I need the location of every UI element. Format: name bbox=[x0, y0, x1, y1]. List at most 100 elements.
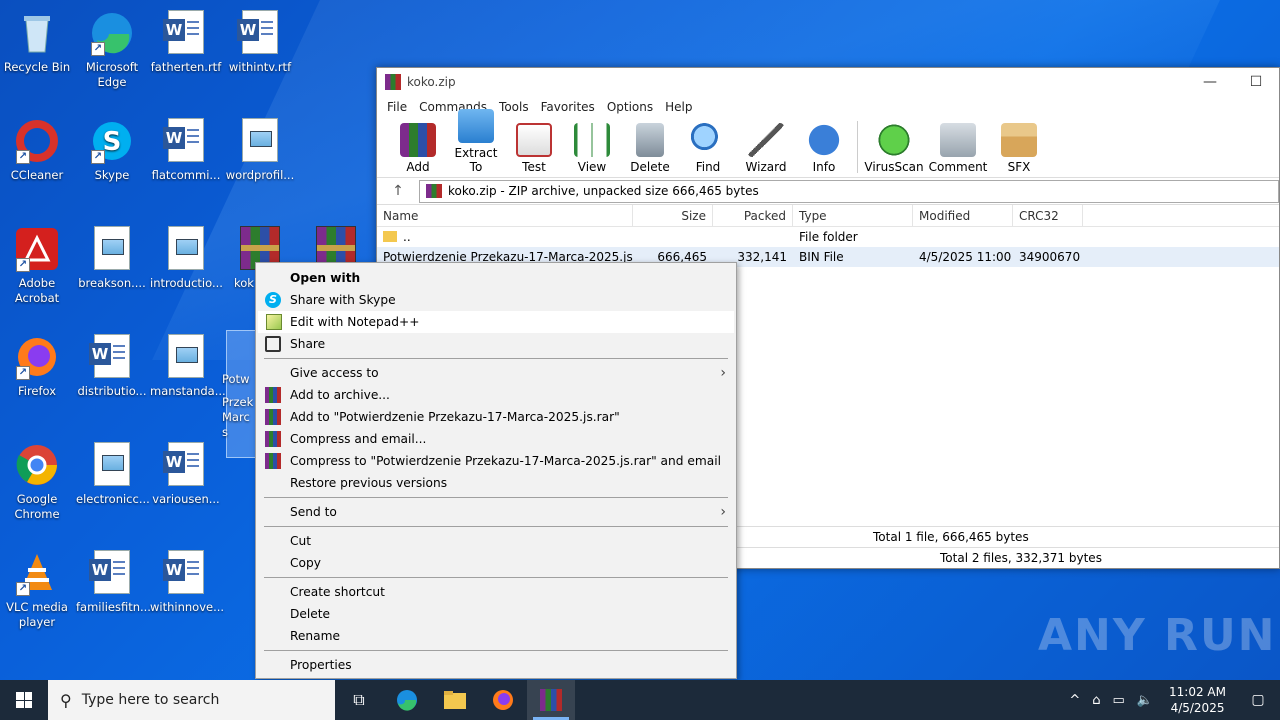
network-share-icon[interactable]: ⌂ bbox=[1086, 693, 1106, 708]
winrar-icon bbox=[540, 689, 562, 711]
menu-item-copy[interactable]: Copy bbox=[256, 552, 736, 574]
desktop-icon-word-file[interactable]: W variousen... bbox=[150, 436, 222, 507]
menu-item-compress-and-email[interactable]: Compress and email... bbox=[256, 428, 736, 450]
notepadpp-icon bbox=[266, 314, 282, 330]
desktop-icon-image-file[interactable]: introductio... bbox=[150, 220, 223, 291]
menu-item-give-access-to[interactable]: Give access to › bbox=[256, 362, 736, 384]
menu-item-delete[interactable]: Delete bbox=[256, 603, 736, 625]
menu-item-cut[interactable]: Cut bbox=[256, 530, 736, 552]
word-file-icon: W bbox=[163, 442, 209, 488]
column-name[interactable]: Name bbox=[377, 204, 633, 227]
desktop-icon-firefox[interactable]: ↗ Firefox bbox=[1, 328, 73, 399]
comment-button[interactable]: Comment bbox=[926, 123, 990, 177]
menu-item-restore-previous-versions[interactable]: Restore previous versions bbox=[256, 472, 736, 494]
desktop-icon-word-file[interactable]: W withintv.rtf bbox=[224, 4, 296, 75]
start-button[interactable] bbox=[0, 680, 48, 720]
find-button[interactable]: Find bbox=[679, 123, 737, 177]
test-button[interactable]: Test bbox=[505, 123, 563, 177]
wizard-button[interactable]: Wizard bbox=[737, 123, 795, 177]
desktop-icon-image-file[interactable]: manstanda... bbox=[150, 328, 226, 399]
winrar-app-icon bbox=[385, 74, 401, 90]
menu-item-add-to-rar[interactable]: Add to "Potwierdzenie Przekazu-17-Marca-… bbox=[256, 406, 736, 428]
taskbar: ⚲ Type here to search ⧉ ^ ⌂ ▭ 🔈 11:02 AM… bbox=[0, 680, 1280, 720]
desktop-icon-selected-js-file[interactable]: Potw Przek Marc s bbox=[222, 372, 258, 440]
virus-icon bbox=[876, 123, 912, 157]
taskbar-edge[interactable] bbox=[383, 680, 431, 720]
menu-item-share-with-skype[interactable]: S Share with Skype bbox=[256, 289, 736, 311]
menu-item-share[interactable]: Share bbox=[256, 333, 736, 355]
menu-favorites[interactable]: Favorites bbox=[535, 100, 601, 114]
taskbar-firefox[interactable] bbox=[479, 680, 527, 720]
wand-icon bbox=[748, 123, 784, 157]
desktop-icon-word-file[interactable]: W withinnove... bbox=[150, 544, 224, 615]
menu-item-edit-with-notepadpp[interactable]: Edit with Notepad++ bbox=[258, 311, 734, 333]
desktop-icon-vlc[interactable]: ↗ VLC media player bbox=[1, 544, 73, 630]
firefox-icon bbox=[493, 690, 513, 710]
menu-options[interactable]: Options bbox=[601, 100, 659, 114]
virusscan-button[interactable]: VirusScan bbox=[862, 123, 926, 177]
menu-help[interactable]: Help bbox=[659, 100, 698, 114]
taskbar-winrar[interactable] bbox=[527, 680, 575, 720]
extract-to-button[interactable]: Extract To bbox=[447, 109, 505, 177]
delete-button[interactable]: Delete bbox=[621, 123, 679, 177]
desktop-icon-recycle-bin[interactable]: Recycle Bin bbox=[1, 4, 73, 75]
taskbar-search-box[interactable]: ⚲ Type here to search bbox=[48, 680, 335, 720]
volume-icon[interactable]: 🔈 bbox=[1131, 693, 1159, 708]
desktop-icon-word-file[interactable]: W flatcommi... bbox=[150, 112, 222, 183]
desktop-icon-word-file[interactable]: W fatherten.rtf bbox=[150, 4, 222, 75]
taskbar-file-explorer[interactable] bbox=[431, 680, 479, 720]
menu-item-send-to[interactable]: Send to › bbox=[256, 501, 736, 523]
chevron-up-icon[interactable]: ^ bbox=[1063, 693, 1086, 708]
menu-item-add-to-archive[interactable]: Add to archive... bbox=[256, 384, 736, 406]
desktop-icon-image-file[interactable]: breakson.... bbox=[76, 220, 148, 291]
skype-icon: S bbox=[265, 292, 281, 308]
image-file-icon bbox=[237, 118, 283, 164]
add-button[interactable]: Add bbox=[389, 123, 447, 177]
chrome-icon bbox=[14, 442, 60, 488]
desktop-icon-adobe-acrobat[interactable]: ↗ Adobe Acrobat bbox=[1, 220, 73, 306]
desktop-icon-google-chrome[interactable]: Google Chrome bbox=[1, 436, 73, 522]
up-arrow-icon[interactable]: ↑ bbox=[377, 183, 419, 199]
archive-icon bbox=[426, 184, 442, 198]
notification-icon[interactable]: ▢ bbox=[1236, 692, 1280, 708]
column-modified[interactable]: Modified bbox=[913, 204, 1013, 227]
menu-item-properties[interactable]: Properties bbox=[256, 654, 736, 676]
winrar-titlebar[interactable]: koko.zip — ☐ bbox=[377, 68, 1279, 96]
winrar-icon bbox=[265, 453, 281, 469]
desktop-icon-skype[interactable]: S ↗ Skype bbox=[76, 112, 148, 183]
maximize-icon[interactable]: ☐ bbox=[1233, 68, 1279, 96]
view-button[interactable]: View bbox=[563, 123, 621, 177]
path-field[interactable]: koko.zip - ZIP archive, unpacked size 66… bbox=[419, 179, 1279, 203]
clock[interactable]: 11:02 AM 4/5/2025 bbox=[1159, 684, 1236, 716]
system-tray: ^ ⌂ ▭ 🔈 11:02 AM 4/5/2025 ▢ bbox=[1063, 680, 1280, 720]
network-icon[interactable]: ▭ bbox=[1107, 693, 1131, 708]
desktop-icon-microsoft-edge[interactable]: ↗ Microsoft Edge bbox=[76, 4, 148, 90]
task-view-button[interactable]: ⧉ bbox=[335, 680, 383, 720]
menu-item-open-with[interactable]: Open with bbox=[256, 267, 736, 289]
menu-item-create-shortcut[interactable]: Create shortcut bbox=[256, 581, 736, 603]
desktop-icon-word-file[interactable]: W distributio... bbox=[76, 328, 148, 399]
column-crc32[interactable]: CRC32 bbox=[1013, 204, 1083, 227]
column-packed[interactable]: Packed bbox=[713, 204, 793, 227]
desktop-icon-image-file[interactable]: electronicc... bbox=[76, 436, 150, 507]
folder-extract-icon bbox=[458, 109, 494, 143]
menu-file[interactable]: File bbox=[381, 100, 413, 114]
column-size[interactable]: Size bbox=[633, 204, 713, 227]
column-type[interactable]: Type bbox=[793, 204, 913, 227]
menu-separator bbox=[264, 650, 728, 651]
edge-icon: ↗ bbox=[89, 10, 135, 56]
info-button[interactable]: Info bbox=[795, 123, 853, 177]
menu-item-rename[interactable]: Rename bbox=[256, 625, 736, 647]
firefox-icon: ↗ bbox=[14, 334, 60, 380]
desktop-icon-image-file[interactable]: wordprofil... bbox=[224, 112, 296, 183]
menu-item-compress-to-rar-and-email[interactable]: Compress to "Potwierdzenie Przekazu-17-M… bbox=[256, 450, 736, 472]
folder-icon bbox=[383, 231, 397, 242]
menu-separator bbox=[264, 358, 728, 359]
file-row[interactable]: .. File folder bbox=[377, 227, 1279, 247]
minimize-icon[interactable]: — bbox=[1187, 68, 1233, 96]
chevron-right-icon: › bbox=[720, 365, 726, 381]
desktop-icon-ccleaner[interactable]: ↗ CCleaner bbox=[1, 112, 73, 183]
sfx-button[interactable]: SFX bbox=[990, 123, 1048, 177]
book-icon bbox=[574, 123, 610, 157]
desktop-icon-word-file[interactable]: W familiesfitn... bbox=[76, 544, 151, 615]
